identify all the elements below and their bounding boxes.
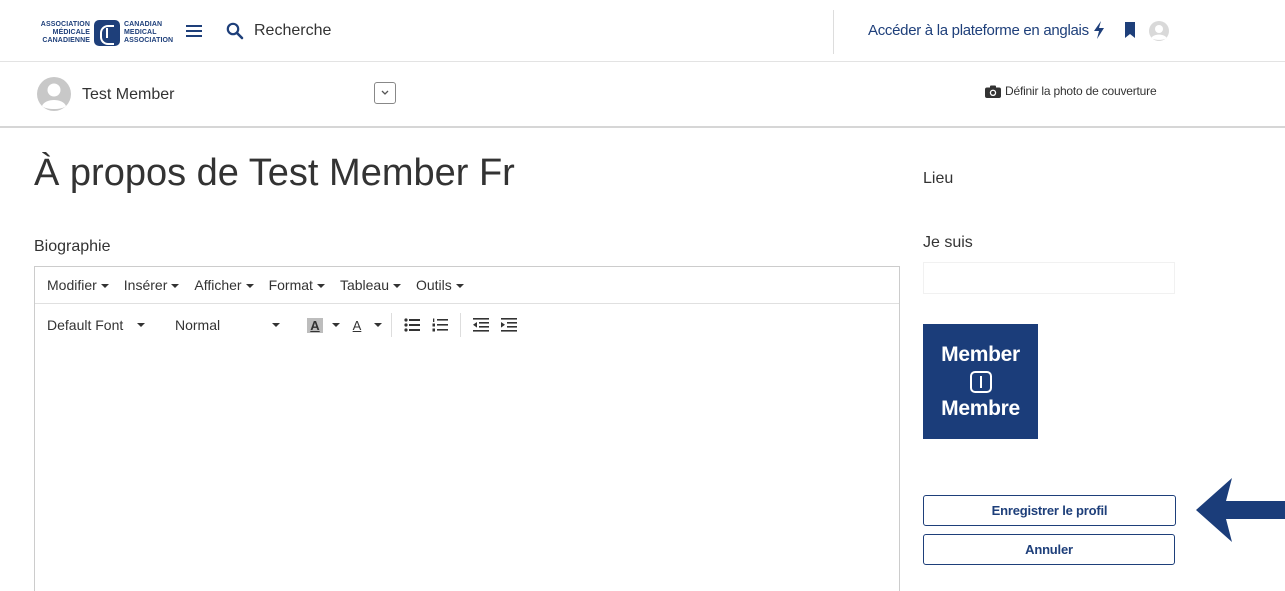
biography-label: Biographie xyxy=(34,238,111,255)
caret-down-icon xyxy=(455,284,464,289)
logo-text-french: ASSOCIATION MÉDICALE CANADIENNE xyxy=(40,21,90,44)
font-family-select[interactable]: Default Font xyxy=(47,317,175,333)
chevron-down-icon xyxy=(381,90,389,95)
menu-tableau[interactable]: Tableau xyxy=(340,277,401,293)
user-avatar-icon[interactable] xyxy=(1148,20,1170,42)
logo-text-english: CANADIAN MEDICAL ASSOCIATION xyxy=(124,21,174,44)
caret-down-icon xyxy=(171,284,180,289)
numbered-list-icon xyxy=(432,318,448,332)
text-color-button[interactable]: A xyxy=(343,312,371,338)
bullet-list-icon xyxy=(404,318,420,332)
biography-edit-area[interactable] xyxy=(35,347,899,591)
toolbar-divider xyxy=(460,313,461,337)
member-badge: Member Membre xyxy=(923,324,1038,439)
highlight-color-button[interactable]: A xyxy=(301,312,329,338)
outdent-icon xyxy=(473,318,489,332)
caret-down-icon xyxy=(100,284,109,289)
save-profile-button[interactable]: Enregistrer le profil xyxy=(923,495,1176,526)
arrow-left-icon xyxy=(1196,478,1285,542)
caret-down-icon xyxy=(374,323,382,327)
i-am-label: Je suis xyxy=(923,234,973,251)
caret-down-icon xyxy=(137,323,146,327)
bookmark-icon[interactable] xyxy=(1125,22,1135,38)
cma-logo[interactable]: ASSOCIATION MÉDICALE CANADIENNE CANADIAN… xyxy=(38,16,178,50)
caret-down-icon xyxy=(316,284,325,289)
logo-mark-icon xyxy=(94,20,120,46)
profile-header: Test Member Définir la photo de couvertu… xyxy=(0,62,1285,128)
menu-modifier[interactable]: Modifier xyxy=(47,277,109,293)
page-title: À propos de Test Member Fr xyxy=(34,152,515,194)
hamburger-menu-icon[interactable] xyxy=(186,25,202,39)
caret-down-icon xyxy=(245,284,254,289)
badge-text-membre: Membre xyxy=(941,396,1020,420)
menu-inserer[interactable]: Insérer xyxy=(124,277,180,293)
rich-text-editor: Modifier Insérer Afficher Format Tableau… xyxy=(34,266,900,591)
top-navigation-bar: ASSOCIATION MÉDICALE CANADIENNE CANADIAN… xyxy=(0,0,1285,62)
search-box[interactable]: Recherche xyxy=(226,22,331,40)
search-label: Recherche xyxy=(254,22,332,39)
outdent-button[interactable] xyxy=(467,312,495,338)
text-color-dropdown[interactable] xyxy=(371,312,385,338)
set-cover-photo-button[interactable]: Définir la photo de couverture xyxy=(985,84,1157,98)
indent-button[interactable] xyxy=(495,312,523,338)
highlight-color-dropdown[interactable] xyxy=(329,312,343,338)
editor-menubar: Modifier Insérer Afficher Format Tableau… xyxy=(35,267,899,304)
menu-format[interactable]: Format xyxy=(269,277,325,293)
bullet-list-button[interactable] xyxy=(398,312,426,338)
caret-down-icon xyxy=(332,323,340,327)
cancel-button[interactable]: Annuler xyxy=(923,534,1175,565)
block-format-select[interactable]: Normal xyxy=(175,317,301,333)
numbered-list-button[interactable] xyxy=(426,312,454,338)
i-am-field[interactable] xyxy=(923,262,1175,294)
highlight-color-icon: A xyxy=(307,317,323,333)
toolbar-divider xyxy=(391,313,392,337)
indent-icon xyxy=(501,318,517,332)
editor-toolbar: Default Font Normal A A xyxy=(35,304,899,346)
english-platform-link[interactable]: Accéder à la plateforme en anglais xyxy=(868,22,1089,39)
location-label: Lieu xyxy=(923,170,954,187)
profile-avatar xyxy=(37,77,71,111)
badge-logo-icon xyxy=(969,370,992,393)
caret-down-icon xyxy=(272,323,281,327)
search-icon xyxy=(226,22,244,40)
camera-icon xyxy=(985,85,1001,98)
lightning-bolt-icon[interactable] xyxy=(1092,20,1106,40)
topbar-divider xyxy=(833,10,834,54)
text-color-icon: A xyxy=(352,317,362,333)
menu-afficher[interactable]: Afficher xyxy=(194,277,254,293)
menu-outils[interactable]: Outils xyxy=(416,277,464,293)
profile-dropdown-button[interactable] xyxy=(374,82,396,104)
profile-name: Test Member xyxy=(82,86,175,103)
cover-photo-label: Définir la photo de couverture xyxy=(1005,84,1157,98)
badge-text-member: Member xyxy=(941,342,1020,366)
caret-down-icon xyxy=(392,284,401,289)
